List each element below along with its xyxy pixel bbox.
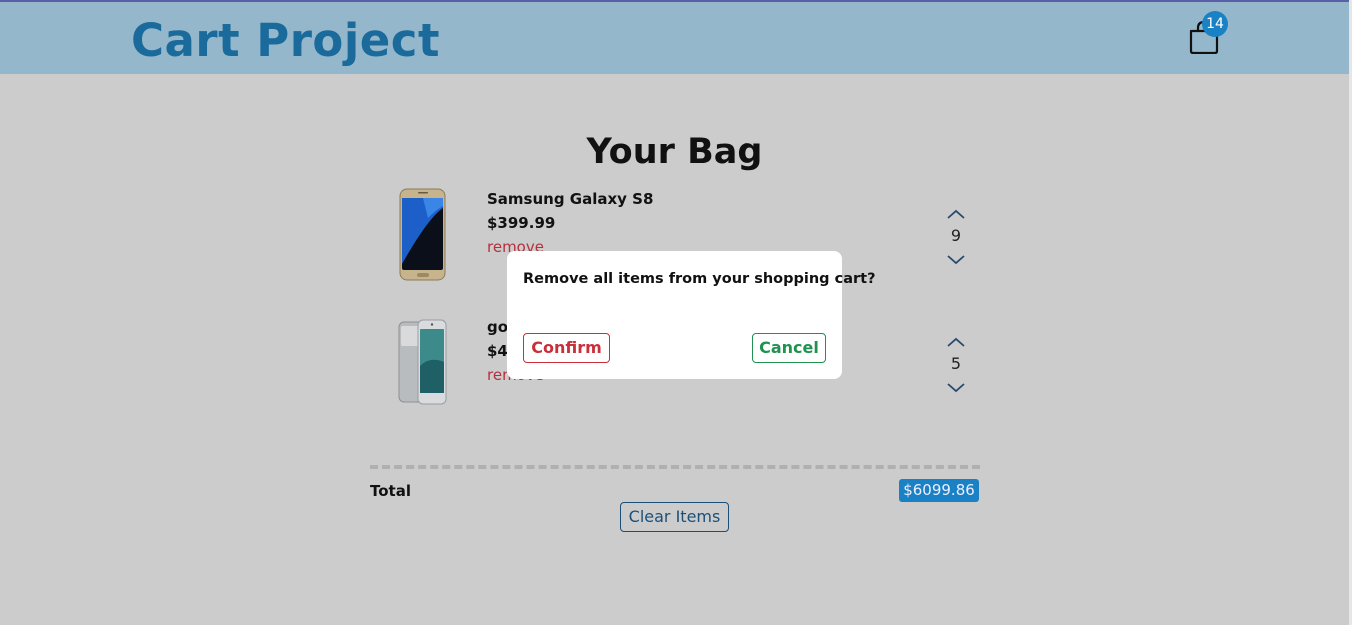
confirm-button[interactable]: Confirm: [523, 333, 610, 363]
chevron-down-icon[interactable]: [946, 380, 966, 394]
chevron-down-icon[interactable]: [946, 252, 966, 266]
item-price: $399.99: [487, 214, 556, 232]
item-name: Samsung Galaxy S8: [487, 190, 654, 208]
cancel-button[interactable]: Cancel: [752, 333, 826, 363]
item-amount: 9: [950, 226, 962, 245]
confirm-modal: Remove all items from your shopping cart…: [507, 251, 876, 379]
clear-items-button[interactable]: Clear Items: [620, 502, 729, 532]
navbar: Cart Project: [0, 2, 1349, 74]
total-label: Total: [370, 482, 411, 500]
chevron-up-icon[interactable]: [946, 206, 966, 220]
item-amount: 5: [950, 354, 962, 373]
chevron-up-icon[interactable]: [946, 334, 966, 348]
brand-title: Cart Project: [131, 14, 440, 67]
cart-count-badge: 14: [1202, 11, 1228, 37]
modal-message: Remove all items from your shopping cart…: [523, 271, 876, 287]
total-value-badge: $6099.86: [899, 479, 979, 502]
phone-image-pixel: [398, 316, 448, 410]
total-divider: [370, 465, 980, 469]
phone-image-samsung: [398, 188, 448, 282]
cart-title: Your Bag: [586, 132, 763, 172]
